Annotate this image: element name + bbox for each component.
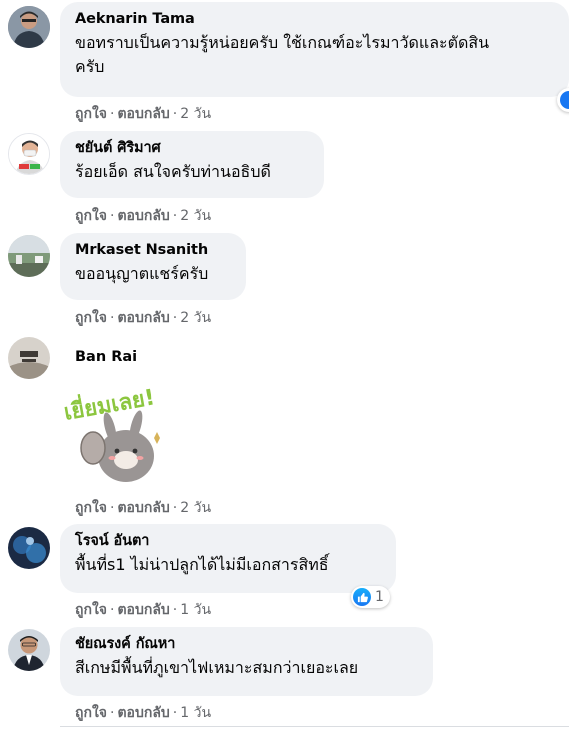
- like-link[interactable]: ถูกใจ: [75, 705, 107, 721]
- comment-time[interactable]: 2 วัน: [180, 106, 211, 122]
- separator: ·: [172, 310, 178, 326]
- like-link[interactable]: ถูกใจ: [75, 106, 107, 122]
- like-link[interactable]: ถูกใจ: [75, 602, 107, 618]
- comment-actions: ถูกใจ · ตอบกลับ · 2 วัน: [75, 497, 211, 519]
- sticker-image: เยี่ยมเลย!: [60, 378, 172, 490]
- comment-author[interactable]: ชัยณรงค์ กัณหา: [75, 635, 419, 653]
- comment-bubble: โรจน์ อันตา พื้นที่s1 ไม่น่าปลูกได้ไม่มี…: [60, 524, 396, 593]
- avatar[interactable]: [8, 235, 50, 277]
- separator: ·: [110, 106, 115, 122]
- comment-text: ขอทราบเป็นความรู้หน่อยครับ ใช้เกณฑ์อะไรม…: [75, 31, 555, 79]
- comment-actions: ถูกใจ · ตอบกลับ · 1 วัน: [75, 702, 211, 724]
- comment-text: สีเกษมีพื้นที่ภูเขาไฟเหมาะสมกว่าเยอะเลย: [75, 658, 359, 677]
- avatar[interactable]: [8, 337, 50, 379]
- comment-text: ขออนุญาตแชร์ครับ: [75, 264, 209, 283]
- comment-author[interactable]: โรจน์ อันตา: [75, 532, 382, 550]
- avatar[interactable]: [8, 629, 50, 671]
- comment-time[interactable]: 2 วัน: [180, 208, 211, 224]
- comment-actions: ถูกใจ · ตอบกลับ · 2 วัน: [75, 307, 211, 329]
- avatar[interactable]: [8, 133, 50, 175]
- separator: ·: [172, 106, 178, 122]
- divider: [60, 726, 569, 727]
- separator: ·: [172, 602, 178, 618]
- separator: ·: [172, 705, 178, 721]
- like-reaction-icon: [353, 588, 371, 606]
- avatar[interactable]: [8, 6, 50, 48]
- separator: ·: [110, 602, 115, 618]
- reaction-badge-partial[interactable]: [557, 88, 569, 112]
- separator: ·: [172, 500, 178, 516]
- comment-time[interactable]: 2 วัน: [180, 310, 211, 326]
- comment-time[interactable]: 2 วัน: [180, 500, 211, 516]
- reply-link[interactable]: ตอบกลับ: [117, 500, 169, 516]
- separator: ·: [110, 208, 115, 224]
- comment-bubble: ชัยณรงค์ กัณหา สีเกษมีพื้นที่ภูเขาไฟเหมา…: [60, 627, 433, 696]
- comment-author[interactable]: ชยันต์ ศิริมาศ: [75, 139, 310, 157]
- comment-text: ร้อยเอ็ด สนใจครับท่านอธิบดี: [75, 162, 271, 181]
- comment-actions: ถูกใจ · ตอบกลับ · 2 วัน: [75, 205, 211, 227]
- comment-text: พื้นที่s1 ไม่น่าปลูกได้ไม่มีเอกสารสิทธิ์: [75, 555, 329, 574]
- reply-link[interactable]: ตอบกลับ: [117, 208, 169, 224]
- comment-author[interactable]: Ban Rai: [75, 349, 137, 365]
- reply-link[interactable]: ตอบกลับ: [117, 705, 169, 721]
- comment-bubble: ชยันต์ ศิริมาศ ร้อยเอ็ด สนใจครับท่านอธิบ…: [60, 131, 324, 198]
- reply-link[interactable]: ตอบกลับ: [117, 310, 169, 326]
- comment-time[interactable]: 1 วัน: [180, 602, 211, 618]
- separator: ·: [110, 310, 115, 326]
- avatar[interactable]: [8, 527, 50, 569]
- like-link[interactable]: ถูกใจ: [75, 310, 107, 326]
- reply-link[interactable]: ตอบกลับ: [117, 602, 169, 618]
- comment-time[interactable]: 1 วัน: [180, 705, 211, 721]
- reaction-count: 1: [375, 589, 384, 605]
- comment-author[interactable]: Aeknarin Tama: [75, 10, 555, 28]
- separator: ·: [172, 208, 178, 224]
- separator: ·: [110, 500, 115, 516]
- comment-actions: ถูกใจ · ตอบกลับ · 2 วัน: [75, 103, 211, 125]
- comment-text-line: ครับ: [75, 57, 105, 76]
- comment-bubble: Aeknarin Tama ขอทราบเป็นความรู้หน่อยครับ…: [60, 2, 569, 97]
- reaction-badge[interactable]: 1: [351, 586, 390, 608]
- comment-bubble: Mrkaset Nsanith ขออนุญาตแชร์ครับ: [60, 233, 246, 300]
- comment-actions: ถูกใจ · ตอบกลับ · 1 วัน: [75, 599, 211, 621]
- like-link[interactable]: ถูกใจ: [75, 500, 107, 516]
- comment-text-line: ขอทราบเป็นความรู้หน่อยครับ ใช้เกณฑ์อะไรม…: [75, 33, 490, 52]
- reply-link[interactable]: ตอบกลับ: [117, 106, 169, 122]
- comment-author[interactable]: Mrkaset Nsanith: [75, 241, 232, 259]
- separator: ·: [110, 705, 115, 721]
- like-link[interactable]: ถูกใจ: [75, 208, 107, 224]
